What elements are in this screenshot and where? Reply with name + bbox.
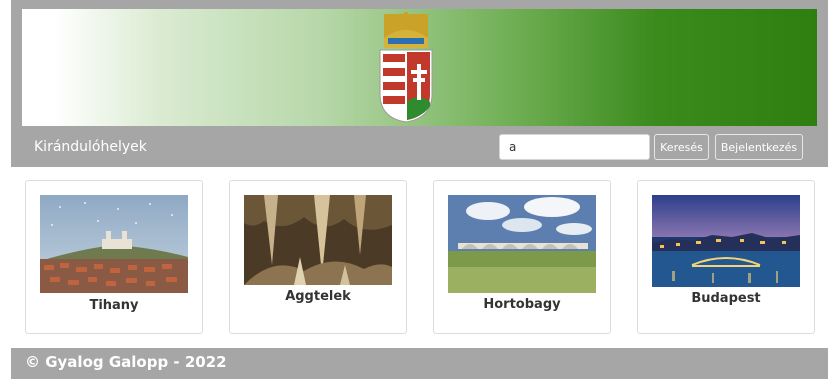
header: Kirándulóhelyek Keresés Bejelentkezés: [11, 0, 828, 167]
coat-of-arms-icon: [379, 12, 433, 123]
card-budapest[interactable]: Budapest: [637, 180, 815, 334]
card-title: Hortobagy: [483, 297, 561, 312]
hortobagy-image: [448, 195, 596, 293]
search-button[interactable]: Keresés: [654, 134, 709, 160]
navbar-brand[interactable]: Kirándulóhelyek: [34, 139, 147, 155]
navbar: Kirándulóhelyek Keresés Bejelentkezés: [11, 126, 828, 167]
card-aggtelek[interactable]: Aggtelek: [229, 180, 407, 334]
search-input[interactable]: [499, 134, 650, 160]
tihany-image: [40, 195, 188, 293]
card-list: Tihany Aggtelek Hortobagy Budapest: [11, 167, 828, 348]
footer: © Gyalog Galopp - 2022: [11, 348, 828, 379]
card-tihany[interactable]: Tihany: [25, 180, 203, 334]
card-title: Budapest: [691, 291, 761, 306]
card-hortobagy[interactable]: Hortobagy: [433, 180, 611, 334]
banner: [22, 9, 817, 126]
card-title: Tihany: [89, 298, 139, 313]
footer-text: © Gyalog Galopp - 2022: [25, 353, 227, 371]
budapest-image: [652, 195, 800, 287]
aggtelek-image: [244, 195, 392, 285]
login-button[interactable]: Bejelentkezés: [715, 134, 803, 160]
page: Kirándulóhelyek Keresés Bejelentkezés: [11, 0, 828, 379]
card-title: Aggtelek: [285, 289, 351, 304]
